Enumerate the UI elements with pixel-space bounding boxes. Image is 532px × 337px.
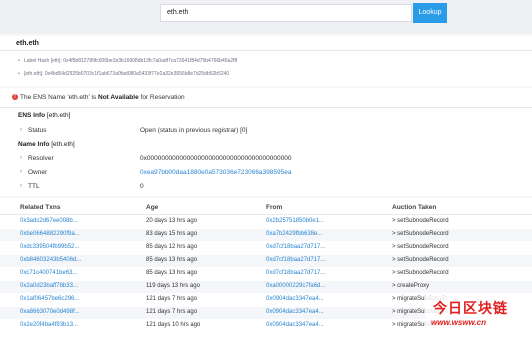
name-info-title: Name Info [eth.eth] xyxy=(18,141,75,148)
txn-from-link[interactable]: 0x0904dac3347ea4... xyxy=(266,296,324,302)
txn-from-link[interactable]: 0xd7cf18baa27d717... xyxy=(266,257,325,263)
table-row: 0xc71c400741be63... 85 days 13 hrs ago 0… xyxy=(0,268,532,280)
txn-from-link[interactable]: 0x0904dac3347ea4... xyxy=(266,309,324,315)
lookup-button[interactable]: Lookup xyxy=(413,3,447,23)
watermark-url: www.wsww.cn xyxy=(431,318,486,327)
txn-age: 85 days 12 hrs ago xyxy=(146,244,198,250)
column-header-age: Age xyxy=(146,204,159,211)
txn-hash-link[interactable]: 0xdc339504fb99b52... xyxy=(20,244,79,250)
status-label: Status xyxy=(28,127,47,134)
txn-action: > setSubnodeRecord xyxy=(392,218,449,224)
column-header-txns: Related Txns xyxy=(20,204,61,211)
resolver-value: 0x00000000000000000000000000000000000000… xyxy=(140,155,292,162)
bullet-icon: • xyxy=(18,58,20,64)
txn-from-link[interactable]: 0xd7cf18baa27d717... xyxy=(266,244,325,250)
txn-age: 121 days 7 hrs ago xyxy=(146,309,198,315)
bullet-icon: • xyxy=(18,71,20,77)
chevron-right-icon: › xyxy=(20,169,22,175)
column-header-action: Auction Taken xyxy=(392,204,437,211)
domain-title: eth.eth xyxy=(16,40,39,47)
column-header-from: From xyxy=(266,204,283,211)
txn-age: 20 days 13 hrs ago xyxy=(146,218,198,224)
chevron-right-icon: › xyxy=(20,183,22,189)
txn-age: 83 days 15 hrs ago xyxy=(146,231,198,237)
chevron-right-icon: › xyxy=(20,155,22,161)
txn-age: 121 days 7 hrs ago xyxy=(146,296,198,302)
name-info-heading: Name Info xyxy=(18,141,50,148)
txn-hash-link[interactable]: 0xa8663070e0d498f... xyxy=(20,309,80,315)
watermark-logo: 今日区块链 xyxy=(433,300,508,316)
resolver-label: Resolver xyxy=(28,155,54,162)
txn-age: 121 days 10 hrs ago xyxy=(146,322,201,328)
txn-from-link[interactable]: 0x2b25751850b0e1... xyxy=(266,218,324,224)
table-row: 0xdc339504fb99b52... 85 days 12 hrs ago … xyxy=(0,242,532,254)
table-row: 0xb84603243b5406d... 85 days 13 hrs ago … xyxy=(0,255,532,267)
table-row: 0xbe0664882290f9a... 83 days 15 hrs ago … xyxy=(0,229,532,241)
txn-hash-link[interactable]: 0x2a0d23baff78b33... xyxy=(20,283,78,289)
name-info-suffix: [eth.eth] xyxy=(51,141,75,148)
txn-from-link[interactable]: 0x0904dac3347ea4... xyxy=(266,322,324,328)
txn-action: > setSubnodeRecord xyxy=(392,231,449,237)
txn-action: > setSubnodeRecord xyxy=(392,244,449,250)
namehash: [eth.eth]: 0x4bd54d2925b0703c1f1ab673a0f… xyxy=(24,71,230,77)
info-card: ! The ENS Name 'eth.eth' is Not Availabl… xyxy=(0,88,532,196)
ens-info-title: ENS Info [eth.eth] xyxy=(18,112,70,119)
status-value: Open (status in previous registrar) [0] xyxy=(140,127,248,134)
notice-suffix: for Reservation xyxy=(140,94,185,101)
divider xyxy=(0,214,532,215)
table-row: 0x2a0d23baff78b33... 119 days 13 hrs ago… xyxy=(0,281,532,293)
txn-hash-link[interactable]: 0x2e20f4ba4f93b13... xyxy=(20,322,78,328)
owner-link[interactable]: 0xea97bb00daa1880e0a573036e723066a398595… xyxy=(140,169,291,176)
notice-status: Not Available xyxy=(98,94,139,101)
txn-age: 119 days 13 hrs ago xyxy=(146,283,200,289)
txn-from-link[interactable]: 0xd7cf18baa27d717... xyxy=(266,270,325,276)
notice-prefix: The ENS Name 'eth.eth' is xyxy=(20,94,97,101)
txn-hash-link[interactable]: 0xc71c400741be63... xyxy=(20,270,77,276)
availability-notice: The ENS Name 'eth.eth' is Not Available … xyxy=(20,94,185,101)
table-row: 0x3adc2d67ee008b... 20 days 13 hrs ago 0… xyxy=(0,216,532,228)
txn-action: > setSubnodeRecord xyxy=(392,257,449,263)
txn-hash-link[interactable]: 0x3adc2d67ee008b... xyxy=(20,218,78,224)
txn-age: 85 days 13 hrs ago xyxy=(146,270,198,276)
domain-card: eth.eth • Label Hash [eth]: 0x4f5b812789… xyxy=(0,36,532,86)
txn-hash-link[interactable]: 0xbe0664882290f9a... xyxy=(20,231,80,237)
watermark: 今日区块链 www.wsww.cn xyxy=(425,296,532,337)
txn-action: > setSubnodeRecord xyxy=(392,270,449,276)
txn-action: > createProxy xyxy=(392,283,430,289)
search-input[interactable]: eth.eth xyxy=(160,4,412,22)
ens-info-suffix: [eth.eth] xyxy=(46,112,71,119)
txn-age: 85 days 13 hrs ago xyxy=(146,257,198,263)
txn-from-link[interactable]: 0xa00000229c7fa6d... xyxy=(266,283,325,289)
divider xyxy=(0,50,532,51)
divider xyxy=(0,107,532,108)
top-bar: eth.eth Lookup xyxy=(0,0,532,34)
chevron-right-icon: › xyxy=(20,127,22,133)
owner-label: Owner xyxy=(28,169,48,176)
txn-from-link[interactable]: 0xa7b2429fbb638e... xyxy=(266,231,322,237)
error-icon: ! xyxy=(12,94,18,100)
label-hash: Label Hash [eth]: 0x4f5b812789fc606be1b3… xyxy=(24,58,238,64)
ttl-value: 0 xyxy=(140,183,144,190)
ens-info-heading: ENS Info xyxy=(18,112,46,119)
txn-hash-link[interactable]: 0xb84603243b5406d... xyxy=(20,257,81,263)
ttl-label: TTL xyxy=(28,183,40,190)
txn-hash-link[interactable]: 0x1af06457be6c296... xyxy=(20,296,79,302)
